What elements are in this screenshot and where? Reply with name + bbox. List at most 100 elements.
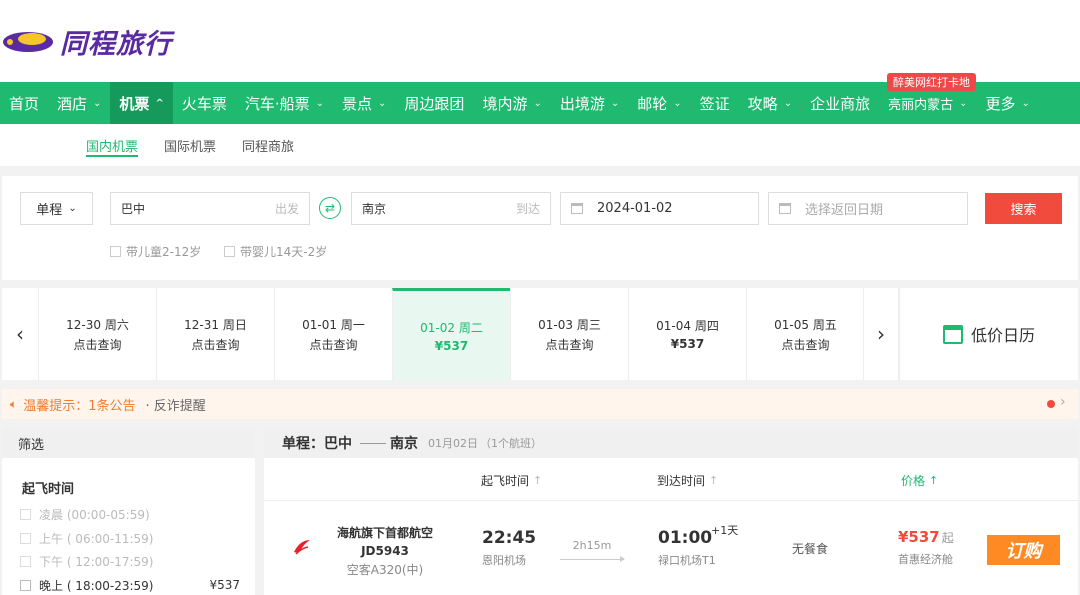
chevron-right-icon[interactable]: › (1060, 394, 1066, 410)
brand-name: 同程旅行 (60, 29, 172, 60)
chevron-down-icon: ⌄ (1021, 97, 1030, 109)
checkbox-box (20, 532, 31, 544)
filter-option-price: ¥537 (209, 578, 240, 592)
fare-price: ¥537 起 (898, 528, 954, 546)
infant-checkbox[interactable]: 带婴儿14天-2岁 (224, 243, 327, 260)
child-checkbox[interactable]: 带儿童2-12岁 (110, 243, 201, 260)
notice-title[interactable]: 温馨提示：1条公告 (23, 395, 135, 414)
fare-cabin: 首惠经济舱 (898, 553, 953, 566)
aircraft-type[interactable]: 空客A320(中) (332, 561, 438, 578)
nav-item-label: 酒店 (57, 94, 88, 113)
route-line (360, 442, 386, 444)
nav-item-0[interactable]: 首页 (0, 82, 48, 124)
sort-arrive-time[interactable]: 到达时间 ↑ (657, 472, 718, 489)
chevron-down-icon: ⌄ (533, 97, 542, 109)
chevron-right-icon[interactable]: › (863, 288, 899, 380)
low-price-calendar-button[interactable]: 低价日历 (899, 288, 1078, 380)
notice-extra[interactable]: · 反诈提醒 (145, 395, 205, 414)
sub-nav: 国内机票 国际机票 同程商旅 (0, 124, 1080, 166)
brand-mascot-icon (3, 31, 53, 52)
date-cell[interactable]: 12-31 周日 点击查询 (156, 288, 274, 380)
checkbox-box (20, 509, 31, 520)
nav-item-8[interactable]: 出境游 ⌄ (551, 82, 628, 124)
origin-field[interactable]: 巴中 出发 (110, 192, 310, 225)
airline-name: 海航旗下首都航空 (336, 526, 433, 540)
trip-type-select[interactable]: 单程 ⌄ (20, 192, 93, 225)
date-cell[interactable]: 01-02 周二 ¥537 (392, 288, 510, 380)
depart-block: 22:45 恩阳机场 (482, 528, 536, 568)
nav-item-12[interactable]: 企业商旅 (801, 82, 879, 124)
infant-checkbox-label: 带婴儿14天-2岁 (240, 245, 328, 259)
subnav-business-travel[interactable]: 同程商旅 (242, 136, 294, 155)
date-cell[interactable]: 01-05 周五 点击查询 (746, 288, 864, 380)
nav-item-5[interactable]: 景点 ⌄ (333, 82, 395, 124)
date-cell-price: 点击查询 (545, 337, 594, 352)
nav-item-9[interactable]: 邮轮 ⌄ (628, 82, 690, 124)
subnav-active-indicator (86, 155, 138, 157)
nav-item-1[interactable]: 酒店 ⌄ (48, 82, 110, 124)
nav-item-3[interactable]: 火车票 (173, 82, 236, 124)
date-cell-date: 12-30 周六 (66, 317, 129, 332)
low-price-calendar-label: 低价日历 (970, 326, 1035, 345)
col-arrive-label: 到达时间 (657, 474, 706, 488)
destination-value: 南京 (362, 202, 387, 216)
results-date: 01月02日 (428, 437, 478, 450)
return-date-field[interactable]: 选择返回日期 (768, 192, 968, 225)
brand-logo[interactable]: 同程旅行 (2, 22, 172, 61)
subnav-international-flights[interactable]: 国际机票 (164, 136, 216, 155)
filter-option-label: 凌晨 (00:00-05:59) (39, 508, 150, 522)
date-cell-price: 点击查询 (309, 337, 358, 352)
swap-icon[interactable]: ⇄ (319, 197, 341, 219)
date-cell[interactable]: 01-01 周一 点击查询 (274, 288, 392, 380)
filter-option-label: 下午 ( 12:00-17:59) (39, 555, 154, 569)
nav-item-10[interactable]: 签证 (691, 82, 739, 124)
date-strip: ‹ › 低价日历 12-30 周六 点击查询 12-31 周日 点击查询 01-01 周… (2, 288, 1078, 380)
notice-bar[interactable]: 🔈︎ 温馨提示：1条公告 · 反诈提醒 › (2, 389, 1078, 419)
chevron-down-icon: ⌄ (68, 203, 77, 214)
results-count: （1个航班） (480, 437, 542, 450)
nav-item-7[interactable]: 境内游 ⌄ (473, 82, 550, 124)
nav-item-6[interactable]: 周边跟团 (395, 82, 473, 124)
col-price-label: 价格 (901, 474, 926, 488)
checkbox-box (20, 579, 31, 591)
chevron-left-icon[interactable]: ‹ (2, 288, 38, 380)
nav-item-11[interactable]: 攻略 ⌄ (739, 82, 801, 124)
flight-duration: 2h15m (572, 539, 612, 552)
checkbox-box (224, 246, 235, 257)
chevron-up-icon: ^ (155, 97, 164, 109)
airline-info: 海航旗下首都航空 JD5943 空客A320(中) (332, 524, 438, 578)
divider (264, 500, 1078, 501)
nav-item-label: 邮轮 (637, 94, 668, 113)
results-trip-label: 单程：巴中 (282, 436, 352, 452)
date-cell-date: 01-03 周三 (538, 317, 601, 332)
col-depart-label: 起飞时间 (481, 474, 530, 488)
depart-airport: 恩阳机场 (482, 554, 526, 567)
depart-date-field[interactable]: 2024-01-02 (560, 192, 759, 225)
nav-item-14[interactable]: 更多 ⌄ (977, 82, 1039, 124)
calendar-icon (942, 324, 963, 344)
origin-value: 巴中 (121, 202, 146, 216)
depart-date-value: 2024-01-02 (597, 201, 673, 216)
filter-option[interactable]: 晚上 ( 18:00-23:59) ¥537 (20, 577, 240, 594)
origin-hint: 出发 (274, 202, 299, 216)
filter-option: 凌晨 (00:00-05:59) (20, 506, 240, 523)
date-cell-date: 12-31 周日 (184, 317, 247, 332)
nav-item-label: 亮丽内蒙古 (888, 97, 954, 113)
depart-time: 22:45 (482, 528, 537, 548)
sort-price[interactable]: 价格 ↑ (901, 472, 938, 489)
nav-item-label: 企业商旅 (810, 94, 871, 113)
arrive-airport: 禄口机场T1 (658, 554, 716, 567)
sort-depart-time[interactable]: 起飞时间 ↑ (481, 472, 542, 489)
search-button[interactable]: 搜索 (985, 193, 1062, 224)
book-button[interactable]: 订购 (987, 535, 1060, 565)
date-cell[interactable]: 01-03 周三 点击查询 (510, 288, 628, 380)
date-cell[interactable]: 12-30 周六 点击查询 (38, 288, 156, 380)
nav-item-2[interactable]: 机票 ^ (110, 82, 173, 124)
destination-field[interactable]: 南京 到达 (351, 192, 551, 225)
subnav-domestic-flights[interactable]: 国内机票 (86, 136, 138, 155)
date-cell-date: 01-04 周四 (656, 319, 719, 333)
calendar-icon (779, 203, 791, 214)
nav-item-4[interactable]: 汽车·船票 ⌄ (236, 82, 333, 124)
filter-sidebar: 筛选 起飞时间 凌晨 (00:00-05:59) 上午 ( 06:00-11:59… (2, 428, 255, 595)
date-cell[interactable]: 01-04 周四 ¥537 (628, 288, 746, 380)
